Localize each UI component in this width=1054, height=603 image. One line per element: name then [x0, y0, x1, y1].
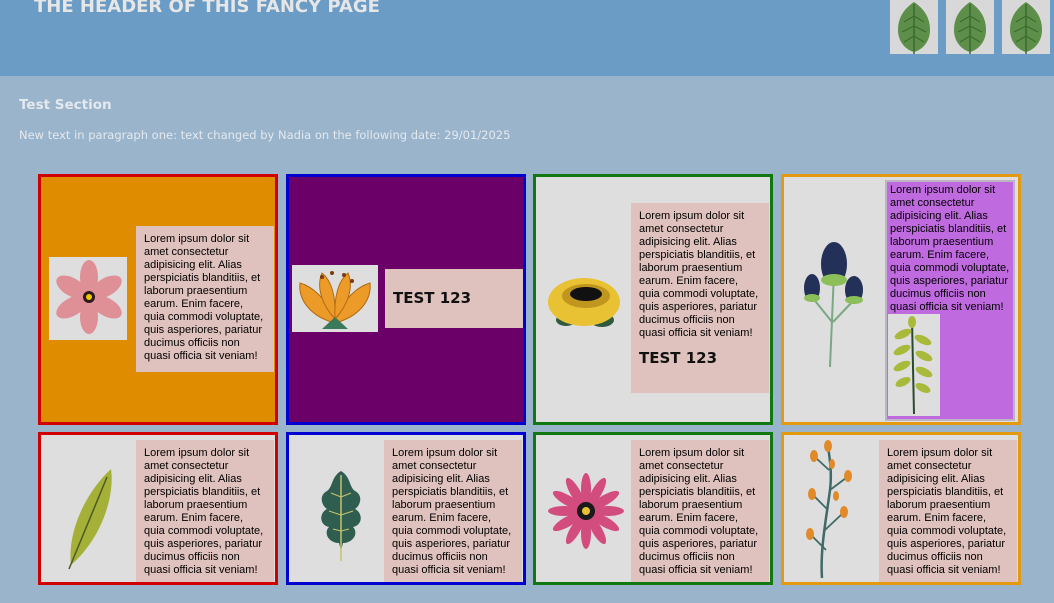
card-text: Lorem ipsum dolor sit amet consectetur a… [631, 440, 769, 582]
card-3: Lorem ipsum dolor sit amet consectetur a… [533, 174, 773, 425]
leaf-icon [49, 453, 135, 571]
card-text: Lorem ipsum dolor sit amet consectetur a… [890, 184, 1010, 313]
section-title: Test Section [19, 97, 112, 113]
section-paragraph: New text in paragraph one: text changed … [19, 128, 511, 142]
card-label-box: TEST 123 [385, 269, 523, 328]
card-2: TEST 123 [286, 174, 526, 425]
page-title: THE HEADER OF THIS FANCY PAGE [34, 0, 380, 17]
orange-flower-icon [292, 265, 378, 332]
card-4: Lorem ipsum dolor sit amet consectetur a… [781, 174, 1021, 425]
yellow-flower-icon [544, 262, 624, 337]
card-5: Lorem ipsum dolor sit amet consectetur a… [38, 432, 278, 585]
leaf-icon [946, 0, 994, 54]
thistle-icon [792, 222, 872, 372]
oak-leaf-icon [297, 453, 383, 571]
leaf-icon [1002, 0, 1050, 54]
card-text: Lorem ipsum dolor sit amet consectetur a… [384, 440, 522, 582]
card-text: Lorem ipsum dolor sit amet consectetur a… [136, 440, 274, 582]
daisy-icon [544, 453, 630, 571]
card-text: Lorem ipsum dolor sit amet consectetur a… [879, 440, 1017, 582]
page-header: THE HEADER OF THIS FANCY PAGE [0, 0, 1054, 76]
pink-flower-icon [49, 257, 127, 340]
card-6: Lorem ipsum dolor sit amet consectetur a… [286, 432, 526, 585]
card-text-box: Lorem ipsum dolor sit amet consectetur a… [885, 180, 1015, 421]
test-label: TEST 123 [393, 289, 472, 307]
leaf-icon [890, 0, 938, 54]
test-label: TEST 123 [639, 349, 718, 367]
berry-branch-icon [792, 440, 878, 582]
fern-icon [888, 314, 940, 416]
card-text-box: Lorem ipsum dolor sit amet consectetur a… [631, 203, 769, 393]
card-7: Lorem ipsum dolor sit amet consectetur a… [533, 432, 773, 585]
card-text: Lorem ipsum dolor sit amet consectetur a… [639, 210, 759, 339]
card-text: Lorem ipsum dolor sit amet consectetur a… [136, 226, 274, 372]
card-8: Lorem ipsum dolor sit amet consectetur a… [781, 432, 1021, 585]
card-1: Lorem ipsum dolor sit amet consectetur a… [38, 174, 278, 425]
